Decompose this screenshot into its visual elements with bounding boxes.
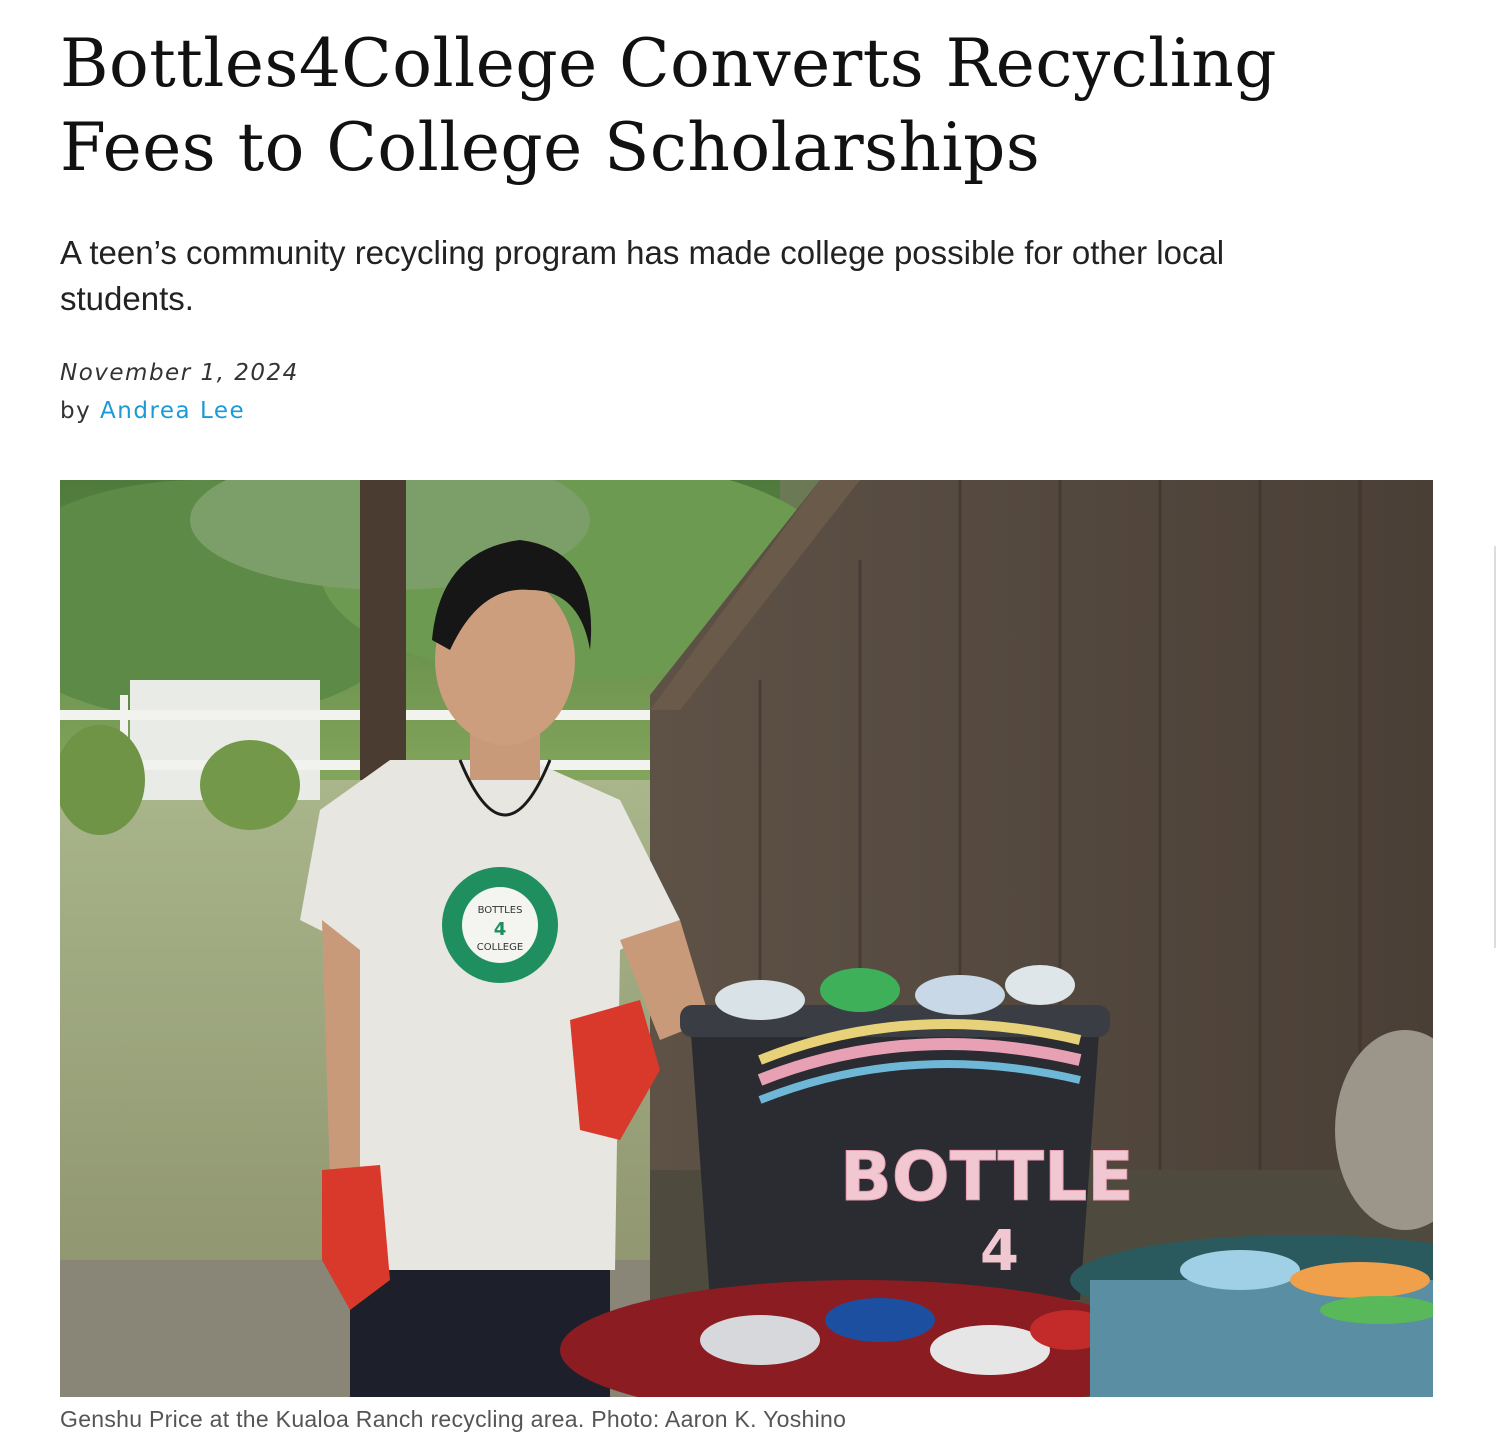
article-photo: BOTTLES 4 COLLEGE BOTTLE 4 [60, 480, 1433, 1397]
shirt-text-bottom: COLLEGE [477, 942, 523, 953]
recycling-bin: BOTTLE 4 [680, 965, 1134, 1300]
article-header: Bottles4College Converts Recycling Fees … [60, 0, 1440, 424]
shirt-text-number: 4 [494, 919, 507, 940]
photo-illustration: BOTTLES 4 COLLEGE BOTTLE 4 [60, 480, 1433, 1397]
shirt-text-top: BOTTLES [478, 905, 523, 916]
article-subtitle: A teen’s community recycling program has… [60, 234, 1225, 317]
byline: by Andrea Lee [60, 398, 1440, 424]
article-date: November 1, 2024 [60, 360, 299, 386]
bin-number: 4 [980, 1219, 1019, 1284]
shirt-logo: BOTTLES 4 COLLEGE [442, 867, 558, 983]
author-link[interactable]: Andrea Lee [100, 398, 245, 424]
side-divider [1494, 546, 1496, 948]
photo-caption: Genshu Price at the Kualoa Ranch recycli… [60, 1406, 847, 1432]
article-title: Bottles4College Converts Recycling Fees … [60, 25, 1278, 186]
byline-prefix: by [60, 398, 101, 424]
bin-label: BOTTLE [840, 1138, 1134, 1217]
bottle-tub [1070, 1235, 1433, 1397]
